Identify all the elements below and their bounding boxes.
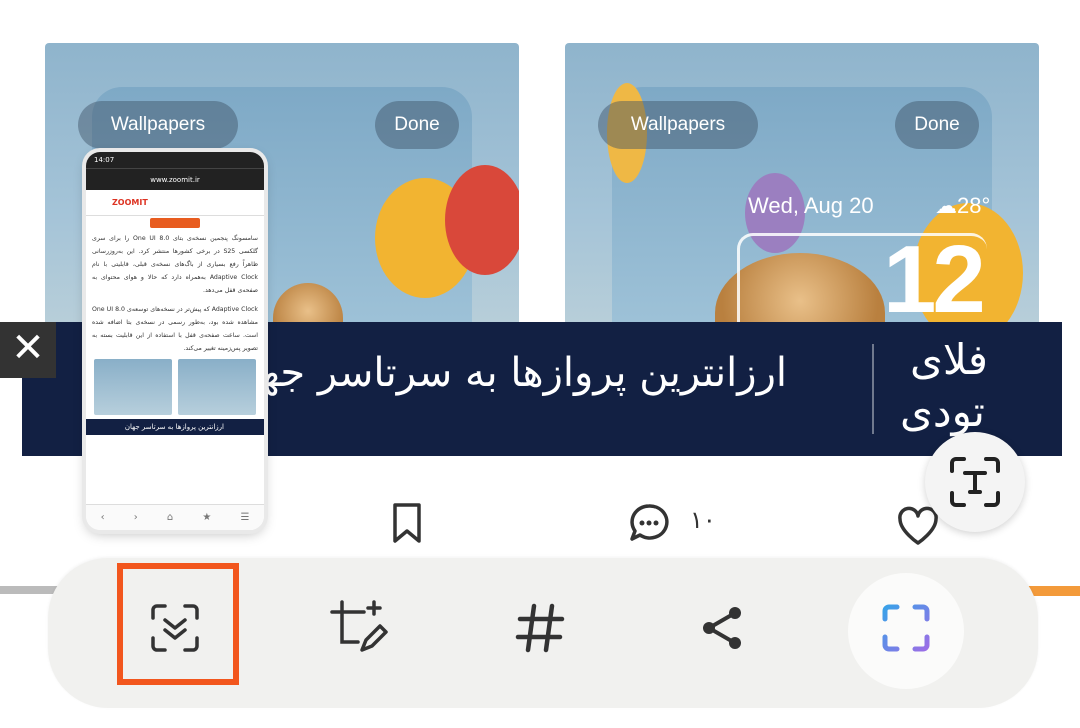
thumb-status-bar: 14:07: [86, 152, 264, 168]
hashtag-icon: [515, 603, 565, 653]
like-button[interactable]: [896, 506, 940, 550]
comment-button[interactable]: [628, 502, 670, 548]
edit-button[interactable]: [326, 596, 390, 660]
lockscreen-time: 12: [883, 226, 986, 333]
cloud-icon: ☁: [935, 193, 957, 218]
share-button[interactable]: [690, 596, 754, 660]
lockscreen-date: Wed, Aug 20: [748, 193, 874, 218]
balloon-red: [445, 165, 519, 275]
thumb-url-bar: www.zoomit.ir: [86, 168, 264, 190]
thumb-paragraph: سامسونگ پنجمین نسخه‌ی بتای One UI 8.0 را…: [92, 235, 258, 294]
done-button[interactable]: Done: [375, 101, 459, 149]
wallpapers-button[interactable]: Wallpapers: [598, 101, 758, 149]
ad-divider: [872, 344, 874, 434]
wallpapers-button[interactable]: Wallpapers: [78, 101, 238, 149]
thumb-ad: ارزانترین پروازها به سرتاسر جهان: [86, 419, 264, 435]
thumb-images: [86, 355, 264, 419]
thumb-brand: ZOOMIT: [112, 198, 148, 207]
background-strip: [0, 586, 60, 594]
screen-capture-icon: [882, 604, 930, 652]
wallpaper-preview-right: Wed, Aug 20 ☁28° 12 Wallpapers Done: [565, 43, 1039, 333]
text-recognition-icon: [950, 457, 1000, 507]
comment-count: ۱۰: [690, 506, 716, 534]
ad-logo-line1: فلای: [910, 335, 989, 384]
bookmark-button[interactable]: [392, 502, 422, 548]
ad-close-button[interactable]: ✕: [0, 322, 56, 378]
lockscreen-temperature: ☁28°: [935, 193, 991, 218]
thumb-site-header: ZOOMIT: [86, 190, 264, 216]
comment-icon: [630, 504, 669, 541]
share-icon: [703, 607, 741, 649]
thumb-browser-toolbar: ‹ › ⌂ ★ ☰: [86, 504, 264, 530]
ad-headline: ارزانترین پروازها به سرتاسر جهان: [220, 350, 787, 396]
heart-icon: [898, 506, 938, 545]
ad-logo-line2: تودی: [900, 387, 985, 436]
done-button[interactable]: Done: [895, 101, 979, 149]
scroll-capture-icon: [151, 604, 199, 652]
screenshot-thumbnail[interactable]: 14:07 www.zoomit.ir ZOOMIT سامسونگ پنجمی…: [86, 152, 264, 530]
close-icon: ✕: [11, 325, 45, 371]
extract-text-button[interactable]: [925, 432, 1025, 532]
smart-select-button[interactable]: [874, 596, 938, 660]
thumb-paragraph: Adaptive Clock که پیش‌تر در نسخه‌های توس…: [92, 306, 258, 352]
bookmark-icon: [393, 503, 421, 543]
thumb-category-tag: [150, 218, 200, 228]
scroll-capture-button[interactable]: [143, 596, 207, 660]
crop-edit-icon: [330, 600, 388, 652]
tag-button[interactable]: [508, 596, 572, 660]
